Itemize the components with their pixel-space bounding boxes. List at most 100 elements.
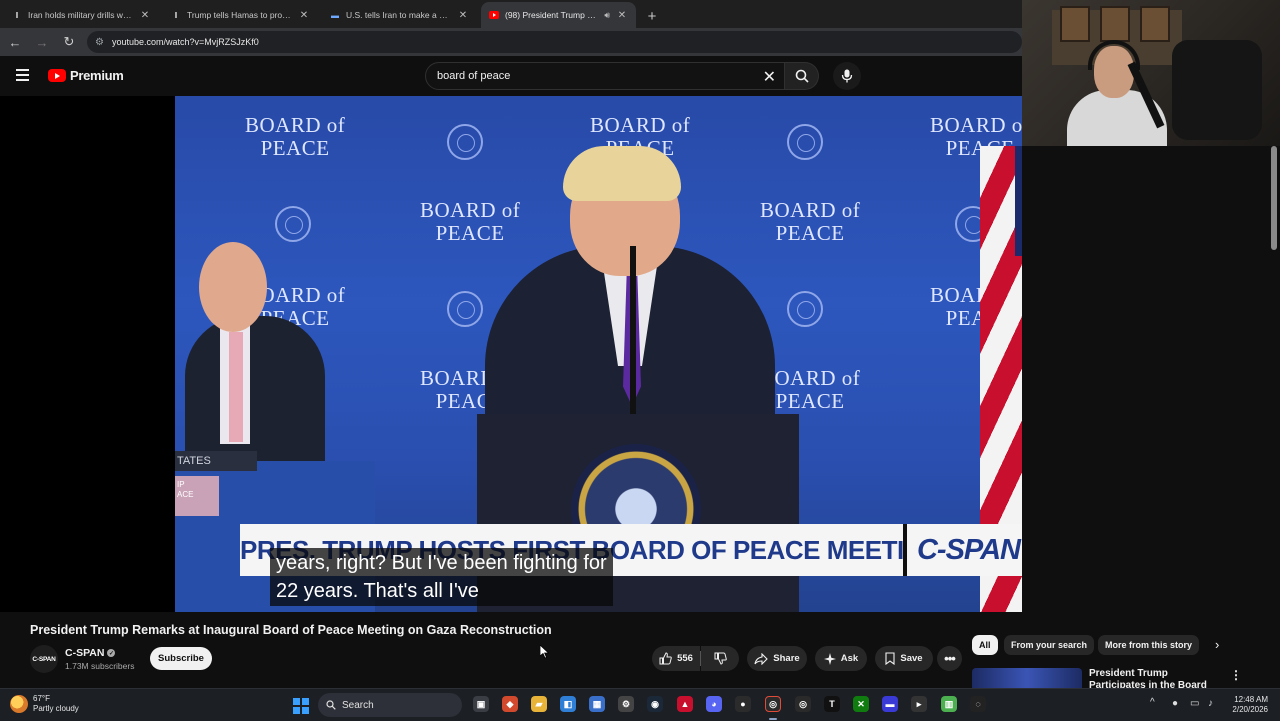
address-bar[interactable]: ⚙︎ youtube.com/watch?v=MvjRZSJzKf0 (87, 31, 1022, 53)
taskbar-search[interactable]: Search (318, 693, 462, 717)
subscriber-count: 1.73M subscribers (65, 661, 135, 671)
youtube-logo[interactable]: Premium (48, 68, 124, 83)
logo-text: Premium (70, 68, 124, 83)
chip-all[interactable]: All (972, 635, 998, 655)
mouse-cursor-icon (540, 645, 550, 659)
ask-button[interactable]: Ask (815, 646, 867, 671)
share-icon (754, 652, 769, 665)
windows-start-icon[interactable] (293, 698, 309, 714)
chrome-icon[interactable]: ◎ (765, 696, 781, 712)
verified-badge-icon: ✓ (107, 649, 116, 657)
tab-close-icon[interactable]: ✕ (139, 10, 151, 21)
tab-close-icon[interactable]: ✕ (616, 10, 628, 21)
backdrop-logo-text: BOARD ofPEACE (420, 198, 521, 245)
search-icon (795, 69, 809, 83)
steam-icon[interactable]: ◉ (647, 696, 663, 712)
network-icon[interactable]: ▭ (1190, 698, 1199, 709)
location-icon[interactable]: ● (1172, 698, 1178, 709)
podium-microphone (630, 246, 636, 416)
more-vert-icon[interactable]: ⋮ (1230, 668, 1242, 682)
recommendation-title[interactable]: President Trump Participates in the Boar… (1089, 668, 1219, 688)
weather-widget[interactable]: 67°F Partly cloudy (10, 694, 79, 714)
back-button[interactable]: ← (3, 30, 27, 54)
url-text: youtube.com/watch?v=MvjRZSJzKf0 (111, 37, 259, 47)
app-icon[interactable]: T (824, 696, 840, 712)
backdrop-seal-icon (447, 291, 483, 327)
app-icon[interactable]: ◌ (970, 696, 986, 712)
terminal-icon[interactable]: ▸ (911, 696, 927, 712)
dislike-button[interactable] (701, 646, 739, 671)
site-favicon-icon: I (15, 10, 19, 20)
browser-tab-strip: I Iran holds military drills with Ru… ✕ … (0, 0, 1022, 28)
tab-close-icon[interactable]: ✕ (457, 10, 469, 21)
backdrop-seal-icon (275, 206, 311, 242)
system-clock[interactable]: 12:48 AM 2/20/2026 (1228, 695, 1268, 715)
file-explorer-icon[interactable]: ▰ (531, 696, 547, 712)
browser-tab[interactable]: I Iran holds military drills with Ru… ✕ (4, 2, 159, 28)
thumbs-up-icon (659, 652, 672, 665)
tab-close-icon[interactable]: ✕ (298, 10, 310, 21)
thumbs-down-icon (714, 652, 727, 665)
weather-icon (10, 695, 28, 713)
secondary-column (1022, 146, 1280, 612)
app-icon[interactable]: ◆ (502, 696, 518, 712)
more-actions-button[interactable]: ••• (937, 646, 962, 671)
table-sign: TATES (175, 451, 257, 471)
chip-more-from-this-story[interactable]: More from this story (1098, 635, 1200, 655)
clear-search-icon[interactable]: ✕ (763, 67, 776, 87)
chrome-icon[interactable]: ◎ (795, 696, 811, 712)
browser-tab-active[interactable]: (98) President Trump Rema… 🔊︎ ✕ (481, 2, 636, 28)
youtube-favicon-icon (489, 10, 499, 20)
menu-icon[interactable] (16, 69, 30, 81)
xbox-icon[interactable]: ✕ (853, 696, 869, 712)
backdrop-seal-icon (787, 124, 823, 160)
new-tab-button[interactable]: + (640, 4, 664, 28)
like-button[interactable]: 556 (652, 646, 700, 671)
app-icon[interactable]: ▥ (941, 696, 957, 712)
browser-tab[interactable]: I Trump tells Hamas to proceed … ✕ (163, 2, 318, 28)
closed-captions: years, right? But I've been fighting for… (270, 548, 613, 606)
task-view-icon[interactable]: ▣ (473, 696, 489, 712)
subscribe-button[interactable]: Subscribe (150, 647, 212, 670)
backdrop-logo-text: BOARD ofPEACE (760, 366, 861, 413)
site-info-icon[interactable]: ⚙︎ (95, 37, 104, 48)
forward-button[interactable]: → (30, 30, 54, 54)
channel-name[interactable]: C-SPAN ✓ (65, 647, 116, 659)
page-scrollbar[interactable] (1271, 146, 1277, 250)
save-button[interactable]: Save (875, 646, 933, 671)
reload-button[interactable]: ↻ (57, 30, 81, 54)
weather-desc: Partly cloudy (33, 704, 79, 713)
volume-icon[interactable]: ♪ (1208, 698, 1213, 709)
tab-title: (98) President Trump Rema… (505, 10, 599, 20)
tray-overflow-icon[interactable]: ^ (1150, 697, 1155, 708)
table-placard: IP ACE (175, 476, 219, 516)
site-favicon-icon: I (174, 10, 178, 20)
voice-search-button[interactable] (833, 62, 861, 90)
settings-icon[interactable]: ⚙︎ (618, 696, 634, 712)
sparkle-icon (823, 652, 836, 665)
audio-playing-icon[interactable]: 🔊︎ (604, 10, 610, 21)
backdrop-seal-icon (447, 124, 483, 160)
browser-tab[interactable]: ▬ U.S. tells Iran to make a deal an… ✕ (322, 2, 477, 28)
recommendation-thumbnail[interactable] (972, 668, 1082, 690)
bookmark-icon (885, 652, 895, 665)
discord-icon[interactable]: ◕ (706, 696, 722, 712)
app-icon[interactable]: ▲ (677, 696, 693, 712)
share-button[interactable]: Share (747, 646, 807, 671)
store-icon[interactable]: ◧ (560, 696, 576, 712)
search-button[interactable] (785, 62, 819, 90)
app-icon[interactable]: ▬ (882, 696, 898, 712)
chevron-right-icon[interactable]: › (1215, 637, 1219, 652)
obs-icon[interactable]: ● (735, 696, 751, 712)
webcam-overlay (1022, 0, 1280, 146)
like-count: 556 (677, 653, 693, 664)
video-player[interactable]: BOARD ofPEACE BOARD ofPEACE BOARD ofPEAC… (0, 96, 1022, 612)
network-logo: C-SPAN (916, 533, 1021, 566)
search-input[interactable] (435, 69, 759, 83)
calendar-icon[interactable]: ▦ (589, 696, 605, 712)
channel-avatar[interactable]: C-SPAN (30, 645, 58, 673)
tab-title: Iran holds military drills with Ru… (28, 10, 133, 20)
backdrop-seal-icon (787, 291, 823, 327)
chip-from-your-search[interactable]: From your search (1004, 635, 1095, 655)
backdrop-logo-text: BOARD ofPEACE (245, 113, 346, 160)
